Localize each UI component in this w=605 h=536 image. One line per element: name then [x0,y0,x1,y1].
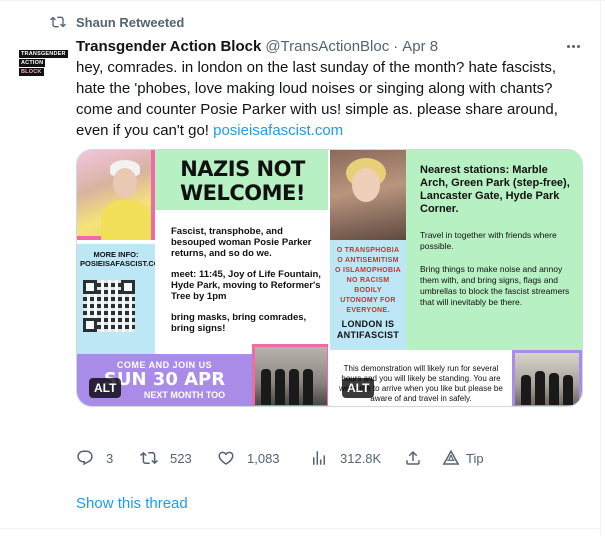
more-icon[interactable] [563,38,583,54]
show-thread-link[interactable]: Show this thread [76,495,188,512]
slogan-line: BODILY [354,287,382,294]
author-name[interactable]: Transgender Action Block [76,38,261,55]
social-context[interactable]: Shaun Retweeted [50,13,184,31]
portrait-photo [330,150,406,240]
bottom-divider [0,528,601,529]
like-icon [218,451,234,465]
like-button[interactable]: 1,083 [217,449,310,467]
stations-heading: Nearest stations: Marble Arch, Green Par… [420,164,570,215]
views-count: 312.8K [340,450,382,466]
poster-paragraph: meet: 11:45, Joy of Life Fountain, Hyde … [171,269,321,302]
stations-text: Travel in together with friends where po… [420,230,557,251]
info-text: MORE INFO: POSIEISAFASCIST.COM [80,250,166,268]
reply-count: 3 [106,450,114,466]
views-button[interactable]: 312.8K [310,449,404,467]
slogan-line: UTONOMY FOR [340,297,396,304]
media-image-1[interactable]: MORE INFO: POSIEISAFASCIST.COM NAZIS NOT… [77,150,330,406]
retweet-count: 523 [170,450,192,466]
slogan-line: NO RACISM [346,277,390,284]
avatar-line-1: TRANSGENDER [19,50,68,58]
avatar-line-2: ACTION [19,59,46,67]
stations-text: Bring things to make noise and annoy the… [420,264,570,307]
slogan-footer: LONDON IS ANTIFASCIST [336,319,400,340]
poster-title: NAZIS NOT WELCOME! [180,157,305,205]
share-icon [406,450,420,465]
banner-top: COME AND JOIN US [116,360,213,370]
slogan-line: EVERYONE. [346,307,390,314]
retweeted-by-label: Shaun Retweeted [76,14,185,30]
tip-icon [442,449,460,465]
avatar[interactable]: TRANSGENDER ACTION BLOCK [17,43,68,83]
tip-label: Tip [466,450,484,466]
share-button[interactable] [404,449,442,467]
retweet-icon [50,16,66,28]
tip-button[interactable]: Tip [442,449,484,467]
media-grid: MORE INFO: POSIEISAFASCIST.COM NAZIS NOT… [76,149,583,407]
protest-photo [77,150,155,240]
details-panel: Fascist, transphobe, and besouped woman … [155,210,328,354]
salute-photo [252,344,328,406]
poster-paragraph: Fascist, transphobe, and besouped woman … [171,226,312,259]
reply-icon [77,450,93,466]
top-divider [0,0,605,1]
reply-button[interactable]: 3 [76,449,140,467]
slogan-line: O ANTISEMITISM [337,257,399,264]
slogan-line: O ISLAMOPHOBIA [334,267,402,274]
tweet-date[interactable]: Apr 8 [402,38,438,55]
tweet-text: hey, comrades. in london on the last sun… [76,57,586,141]
avatar-line-3: BLOCK [19,68,44,76]
slogan-line: O TRANSPHOBIA [336,247,400,254]
retweet-button[interactable]: 523 [140,449,217,467]
info-panel: MORE INFO: POSIEISAFASCIST.COM [77,244,166,354]
author-handle[interactable]: @TransActionBloc [265,38,389,55]
stations-panel: Nearest stations: Marble Arch, Green Par… [406,150,582,350]
tweet-header: Transgender Action Block @TransActionBlo… [76,36,585,56]
like-count: 1,083 [247,450,280,466]
slogan-panel: O TRANSPHOBIA O ANTISEMITISM O ISLAMOPHO… [330,240,406,350]
column-border [600,0,601,536]
alt-badge[interactable]: ALT [89,378,122,398]
tweet-link[interactable]: posieisafascist.com [213,122,343,139]
views-icon [313,451,325,465]
action-bar: 3 523 1,083 312.8K Tip [76,449,516,467]
retweet-icon [140,451,158,465]
qr-code-icon [83,280,135,332]
alt-badge[interactable]: ALT [342,378,375,398]
media-image-2[interactable]: O TRANSPHOBIA O ANTISEMITISM O ISLAMOPHO… [330,150,582,406]
march-photo [512,350,582,406]
separator-dot: · [393,37,399,55]
poster-paragraph: bring masks, bring comrades, bring signs… [171,312,307,334]
headline-panel: NAZIS NOT WELCOME! [155,150,328,210]
